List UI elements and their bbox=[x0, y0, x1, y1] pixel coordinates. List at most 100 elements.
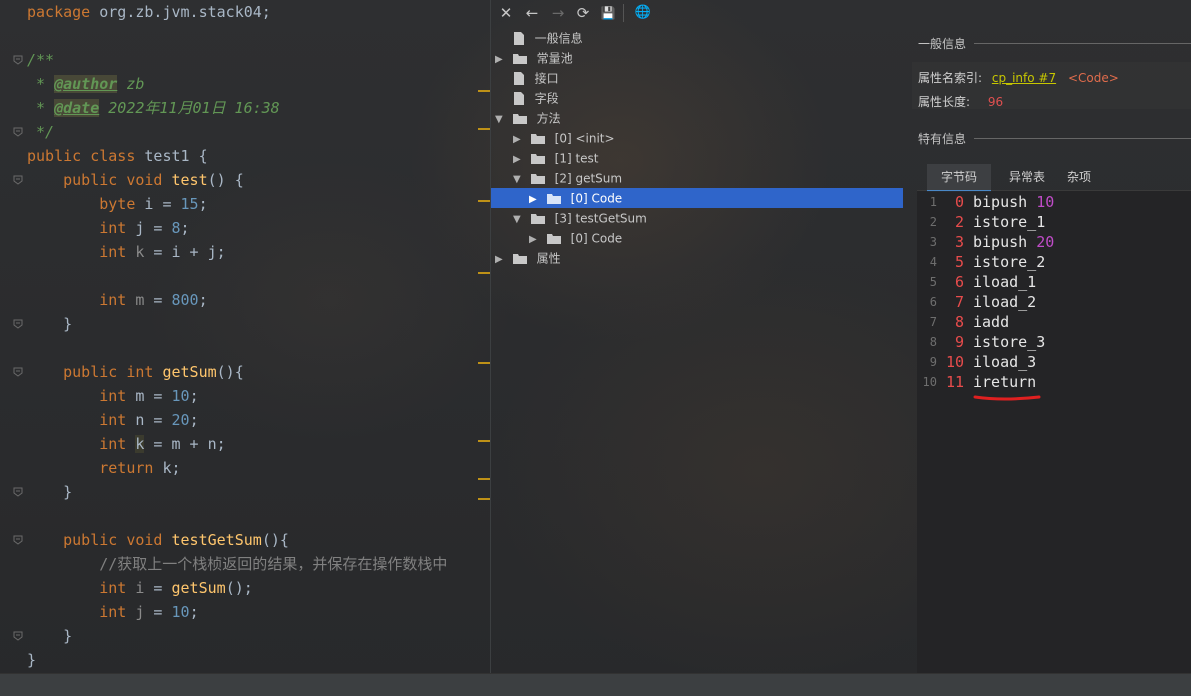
code-line[interactable] bbox=[0, 24, 490, 48]
tree-item-method-init[interactable]: ▶ [0] <init> bbox=[491, 128, 912, 148]
code-line[interactable]: * @date 2022年11月01日 16:38 bbox=[0, 96, 490, 120]
tree-item-fields[interactable]: 字段 bbox=[491, 88, 912, 108]
code-token: getSum bbox=[162, 363, 217, 381]
code-line[interactable]: public int getSum(){ bbox=[0, 360, 490, 384]
expand-arrow-icon[interactable]: ▶ bbox=[529, 190, 543, 210]
tree-item-getsum-code[interactable]: ▶ [0] Code bbox=[491, 188, 903, 208]
code-token: * bbox=[27, 75, 55, 93]
tab-misc[interactable]: 杂项 bbox=[1057, 164, 1101, 190]
expand-arrow-icon[interactable]: ▶ bbox=[513, 130, 527, 150]
bytecode-row[interactable]: 2 2 istore_1 bbox=[917, 212, 1191, 232]
code-editor[interactable]: package org.zb.jvm.stack04; /** * @author… bbox=[0, 0, 490, 673]
code-line[interactable]: //获取上一个栈桢返回的结果，并保存在操作数栈中 bbox=[0, 552, 490, 576]
tree-item-method-testgetsum[interactable]: ▼ [3] testGetSum bbox=[491, 208, 912, 228]
collapse-arrow-icon[interactable]: ▼ bbox=[513, 170, 527, 190]
code-line[interactable]: */ bbox=[0, 120, 490, 144]
code-line[interactable]: int m = 10; bbox=[0, 384, 490, 408]
opcode: ireturn bbox=[973, 373, 1037, 391]
fold-marker-icon[interactable] bbox=[13, 487, 23, 497]
code-line[interactable]: int n = 20; bbox=[0, 408, 490, 432]
bytecode-offset: 6 bbox=[954, 273, 964, 291]
bytecode-row[interactable]: 8 9 istore_3 bbox=[917, 332, 1191, 352]
cp-info-link[interactable]: cp_info #7 bbox=[992, 71, 1056, 85]
code-line[interactable] bbox=[0, 264, 490, 288]
expand-arrow-icon[interactable]: ▶ bbox=[495, 50, 509, 70]
tree-label: [1] test bbox=[554, 151, 599, 166]
code-token: ; bbox=[180, 219, 190, 237]
code-line[interactable]: int j = 10; bbox=[0, 600, 490, 624]
bytecode-instruction: istore_1 bbox=[973, 212, 1045, 232]
code-line[interactable]: /** bbox=[0, 48, 490, 72]
bytecode-row[interactable]: 3 3 bipush 20 bbox=[917, 232, 1191, 252]
code-text: int m = 10; bbox=[27, 384, 198, 408]
bytecode-row[interactable]: 10 11 ireturn bbox=[917, 372, 1191, 392]
web-icon[interactable]: 🌐 bbox=[634, 4, 652, 22]
refresh-icon[interactable]: ⟳ bbox=[574, 4, 592, 22]
collapse-arrow-icon[interactable]: ▼ bbox=[495, 110, 509, 130]
fold-marker-icon[interactable] bbox=[13, 631, 23, 641]
fold-marker-icon[interactable] bbox=[13, 319, 23, 329]
folder-icon bbox=[512, 253, 527, 264]
tree-item-method-test[interactable]: ▶ [1] test bbox=[491, 148, 912, 168]
fold-marker-icon[interactable] bbox=[13, 127, 23, 137]
code-line[interactable]: package org.zb.jvm.stack04; bbox=[0, 0, 490, 24]
code-line[interactable] bbox=[0, 336, 490, 360]
attr-length-row: 属性长度: 96 bbox=[918, 93, 1003, 110]
expand-arrow-icon[interactable]: ▶ bbox=[495, 250, 509, 270]
collapse-arrow-icon[interactable]: ▼ bbox=[513, 210, 527, 230]
bytecode-listing[interactable]: 1 0 bipush 10 2 2 istore_1 3 3 bipush 20 4 5 istore… bbox=[917, 191, 1191, 673]
save-icon[interactable]: 💾 bbox=[599, 4, 617, 22]
tree-item-general-info[interactable]: 一般信息 bbox=[491, 28, 912, 48]
bytecode-row[interactable]: 6 7 iload_2 bbox=[917, 292, 1191, 312]
tree-label: [0] Code bbox=[570, 191, 623, 206]
close-icon[interactable]: ✕ bbox=[497, 4, 515, 22]
code-text: int k = m + n; bbox=[27, 432, 226, 456]
expand-arrow-icon[interactable]: ▶ bbox=[529, 230, 543, 250]
code-line[interactable]: * @author zb bbox=[0, 72, 490, 96]
tree-item-method-getsum[interactable]: ▼ [2] getSum bbox=[491, 168, 912, 188]
bytecode-row[interactable]: 4 5 istore_2 bbox=[917, 252, 1191, 272]
back-arrow-icon[interactable]: ← bbox=[523, 4, 541, 22]
line-number: 6 bbox=[929, 295, 937, 309]
bytecode-row[interactable]: 9 10 iload_3 bbox=[917, 352, 1191, 372]
bytecode-row[interactable]: 7 8 iadd bbox=[917, 312, 1191, 332]
opcode: bipush bbox=[973, 233, 1028, 251]
bytecode-row[interactable]: 1 0 bipush 10 bbox=[917, 192, 1191, 212]
code-line[interactable]: } bbox=[0, 480, 490, 504]
fold-marker-icon[interactable] bbox=[13, 535, 23, 545]
code-line[interactable]: byte i = 15; bbox=[0, 192, 490, 216]
tab-bytecode[interactable]: 字节码 bbox=[927, 164, 991, 192]
bytecode-instruction: iload_2 bbox=[973, 292, 1036, 312]
code-line[interactable]: return k; bbox=[0, 456, 490, 480]
forward-arrow-icon[interactable]: → bbox=[549, 4, 567, 22]
fold-marker-icon[interactable] bbox=[13, 55, 23, 65]
tree-item-attributes[interactable]: ▶ 属性 bbox=[491, 248, 912, 268]
code-line[interactable]: } bbox=[0, 624, 490, 648]
code-line[interactable]: public void test() { bbox=[0, 168, 490, 192]
code-line[interactable] bbox=[0, 504, 490, 528]
code-line[interactable]: int j = 8; bbox=[0, 216, 490, 240]
code-line[interactable]: public void testGetSum(){ bbox=[0, 528, 490, 552]
bytecode-row[interactable]: 5 6 iload_1 bbox=[917, 272, 1191, 292]
code-line[interactable]: } bbox=[0, 312, 490, 336]
bytecode-offset: 2 bbox=[954, 213, 964, 231]
tree-item-constant-pool[interactable]: ▶ 常量池 bbox=[491, 48, 912, 68]
tab-exception-table[interactable]: 异常表 bbox=[995, 164, 1059, 190]
fold-marker-icon[interactable] bbox=[13, 175, 23, 185]
tree-label: 接口 bbox=[534, 71, 559, 86]
tree-item-methods[interactable]: ▼ 方法 bbox=[491, 108, 912, 128]
code-line[interactable]: int i = getSum(); bbox=[0, 576, 490, 600]
code-line[interactable]: public class test1 { bbox=[0, 144, 490, 168]
fold-marker-icon[interactable] bbox=[13, 367, 23, 377]
code-line[interactable]: int m = 800; bbox=[0, 288, 490, 312]
code-token: 20 bbox=[171, 411, 190, 429]
code-line[interactable]: } bbox=[0, 648, 490, 672]
code-line[interactable]: int k = i + j; bbox=[0, 240, 490, 264]
code-line[interactable]: int k = m + n; bbox=[0, 432, 490, 456]
tree-item-interfaces[interactable]: 接口 bbox=[491, 68, 912, 88]
tree-item-testgetsum-code[interactable]: ▶ [0] Code bbox=[491, 228, 912, 248]
expand-arrow-icon[interactable]: ▶ bbox=[513, 150, 527, 170]
